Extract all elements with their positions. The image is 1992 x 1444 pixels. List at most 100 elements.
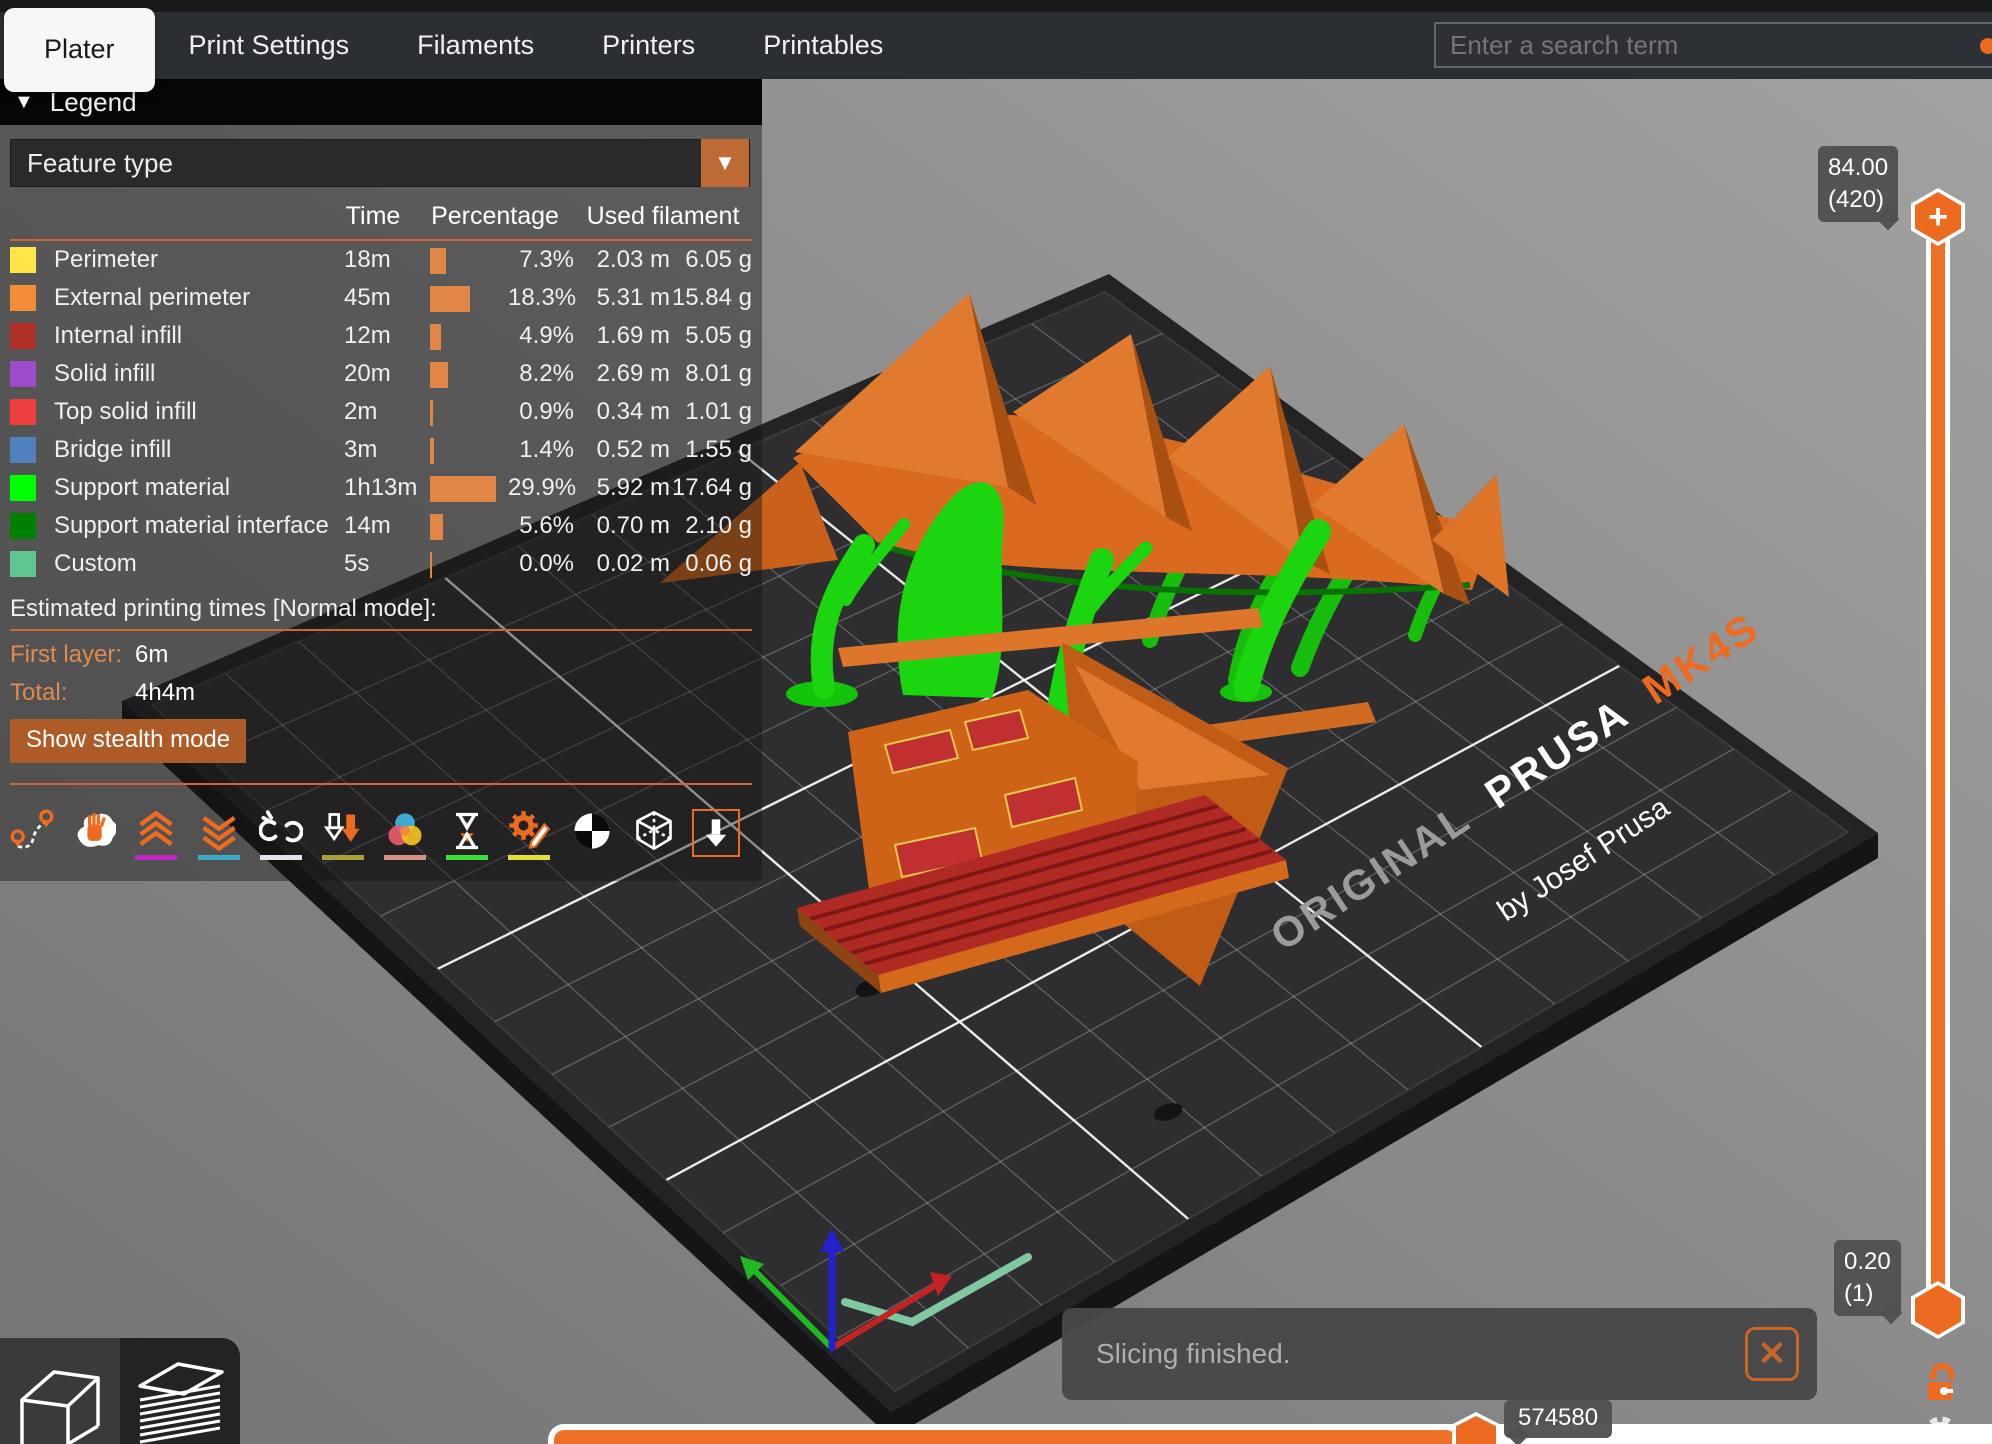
search-input[interactable] [1436, 30, 1956, 61]
feature-length: 1.69 m [574, 322, 670, 350]
feature-color-swatch [10, 475, 36, 501]
feature-color-swatch [10, 399, 36, 425]
feature-time: 1h13m [330, 474, 416, 502]
percentage-bar [430, 324, 441, 350]
feature-percentage: 29.9% [508, 474, 574, 502]
col-time: Time [330, 202, 416, 231]
search-box[interactable] [1434, 22, 1992, 68]
feature-percentage: 0.0% [508, 550, 574, 578]
shells-icon[interactable] [628, 809, 680, 864]
legend-row: Perimeter 18m 7.3% 2.03 m 6.05 g [0, 241, 762, 279]
feature-mass: 6.05 g [670, 246, 752, 274]
view-type-dropdown[interactable]: Feature type ▼ [10, 139, 750, 187]
legend-row: Custom 5s 0.0% 0.02 m 0.06 g [0, 545, 762, 583]
feature-time: 20m [330, 360, 416, 388]
feature-label: Custom [38, 550, 330, 578]
legend-row: Bridge infill 3m 1.4% 0.52 m 1.55 g [0, 431, 762, 469]
layer-height-tooltip-bottom: 0.20 (1) [1834, 1240, 1901, 1316]
show-stealth-mode-button[interactable]: Show stealth mode [10, 719, 246, 763]
percentage-bar-cell [416, 550, 508, 578]
tab-printables[interactable]: Printables [729, 12, 917, 79]
first-layer-row: First layer: 6m [10, 641, 752, 669]
feature-time: 2m [330, 398, 416, 426]
tool-marker-icon[interactable] [690, 809, 742, 864]
feature-label: Support material interface [38, 512, 330, 540]
col-used-filament: Used filament [574, 202, 752, 231]
feature-length: 0.34 m [574, 398, 670, 426]
feature-label: Top solid infill [38, 398, 330, 426]
percentage-bar-cell [416, 322, 508, 350]
pause-prints-icon[interactable] [441, 809, 493, 864]
feature-time: 14m [330, 512, 416, 540]
legend-row: Support material interface 14m 5.6% 0.70… [0, 507, 762, 545]
seams-icon[interactable] [255, 809, 307, 864]
percentage-bar-cell [416, 474, 508, 502]
percentage-bar [430, 400, 433, 426]
legend-row: Top solid infill 2m 0.9% 0.34 m 1.01 g [0, 393, 762, 431]
feature-mass: 0.06 g [670, 550, 752, 578]
feature-percentage: 4.9% [508, 322, 574, 350]
feature-color-swatch [10, 247, 36, 273]
tab-plater[interactable]: Plater [4, 8, 155, 92]
layer-height-tooltip-top: 84.00 (420) [1818, 146, 1898, 222]
color-changes-icon[interactable] [379, 809, 431, 864]
feature-color-swatch [10, 361, 36, 387]
plus-icon: + [1915, 192, 1961, 242]
percentage-bar [430, 514, 443, 540]
percentage-bar-cell [416, 512, 508, 540]
first-layer-label: First layer: [10, 641, 135, 669]
move-count-value: 574580 [1518, 1402, 1598, 1434]
layer-number-value: (420) [1828, 184, 1888, 216]
percentage-bar-cell [416, 436, 508, 464]
total-value: 4h4m [135, 679, 195, 707]
feature-mass: 2.10 g [670, 512, 752, 540]
percentage-bar-cell [416, 284, 508, 312]
cube-icon [12, 1352, 108, 1444]
moves-slider-track[interactable] [548, 1424, 1992, 1444]
deretractions-icon[interactable] [193, 809, 245, 864]
feature-label: Support material [38, 474, 330, 502]
center-of-mass-icon[interactable] [566, 809, 618, 864]
chevron-down-icon[interactable]: ▼ [701, 139, 749, 187]
unlock-icon[interactable] [1920, 1362, 1962, 1411]
percentage-bar [430, 362, 448, 388]
percentage-bar [430, 476, 496, 502]
editor-view-button[interactable] [0, 1338, 120, 1444]
preview-view-button[interactable] [120, 1338, 240, 1444]
feature-percentage: 0.9% [508, 398, 574, 426]
legend-row: Internal infill 12m 4.9% 1.69 m 5.05 g [0, 317, 762, 355]
main-tab-bar: Plater Print Settings Filaments Printers… [0, 12, 1992, 79]
search-icon [1980, 38, 1992, 54]
retractions-icon[interactable] [130, 809, 182, 864]
feature-mass: 5.05 g [670, 322, 752, 350]
feature-length: 2.03 m [574, 246, 670, 274]
percentage-bar [430, 438, 434, 464]
feature-color-swatch [10, 437, 36, 463]
feature-time: 18m [330, 246, 416, 274]
estimate-title: Estimated printing times [Normal mode]: [10, 595, 752, 623]
layer-slider-track[interactable] [1926, 200, 1950, 1322]
travel-path-icon[interactable] [6, 809, 58, 864]
close-icon[interactable]: ✕ [1745, 1327, 1799, 1381]
tab-printers[interactable]: Printers [568, 12, 729, 79]
feature-length: 5.31 m [574, 284, 670, 312]
layer-height-value: 0.20 [1844, 1246, 1891, 1278]
legend-row: Support material 1h13m 29.9% 5.92 m 17.6… [0, 469, 762, 507]
percentage-bar-cell [416, 360, 508, 388]
legend-row: Solid infill 20m 8.2% 2.69 m 8.01 g [0, 355, 762, 393]
tab-filaments[interactable]: Filaments [383, 12, 568, 79]
tool-changes-icon[interactable] [317, 809, 369, 864]
legend-panel: ▼ Legend Feature type ▼ Time Percentage … [0, 79, 762, 881]
feature-percentage: 18.3% [508, 284, 574, 312]
custom-gcode-icon[interactable] [503, 809, 555, 864]
legend-column-headers: Time Percentage Used filament [0, 199, 762, 233]
divider [10, 783, 752, 785]
feature-color-swatch [10, 323, 36, 349]
layer-number-value: (1) [1844, 1278, 1891, 1310]
total-label: Total: [10, 679, 135, 707]
wipe-icon[interactable] [68, 809, 120, 864]
col-percentage: Percentage [416, 202, 574, 231]
feature-percentage: 1.4% [508, 436, 574, 464]
feature-color-swatch [10, 551, 36, 577]
tab-print-settings[interactable]: Print Settings [155, 12, 384, 79]
